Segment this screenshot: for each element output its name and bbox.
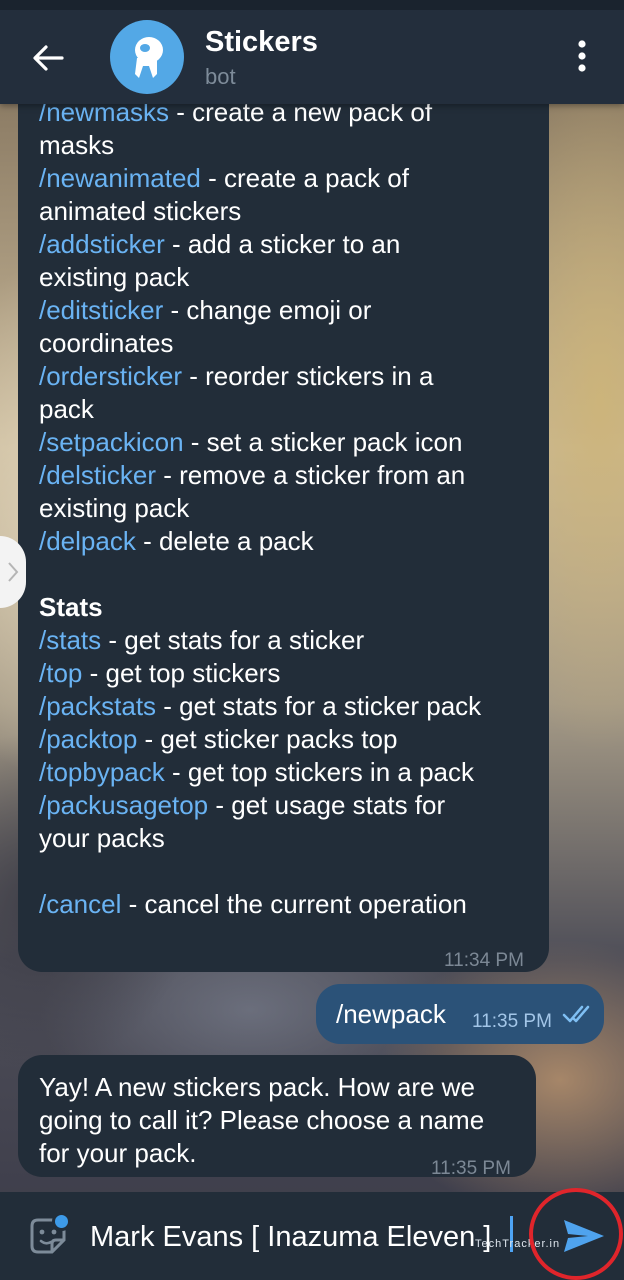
- bot-commands-message: /newmasks - create a new pack of masks/ne…: [18, 70, 549, 972]
- command-line: /topbypack - get top stickers in a pack: [39, 756, 529, 789]
- command-link[interactable]: /cancel: [39, 889, 121, 919]
- bot-avatar[interactable]: [110, 20, 184, 94]
- command-desc: - cancel the current operation: [121, 889, 467, 919]
- command-desc: - get top stickers: [82, 658, 281, 688]
- command-desc: - set a sticker pack icon: [183, 427, 463, 457]
- command-desc: your packs: [39, 823, 165, 853]
- command-desc: - get stats for a sticker: [101, 625, 365, 655]
- command-line: coordinates: [39, 327, 529, 360]
- command-link[interactable]: /topbypack: [39, 757, 165, 787]
- command-desc: - remove a sticker from an: [156, 460, 466, 490]
- send-highlight-ring: [529, 1188, 623, 1280]
- section-title: Stats: [39, 592, 103, 622]
- command-line: /editsticker - change emoji or: [39, 294, 529, 327]
- command-desc: - get sticker packs top: [137, 724, 398, 754]
- command-line: /packstats - get stats for a sticker pac…: [39, 690, 529, 723]
- command-desc: existing pack: [39, 262, 190, 292]
- outgoing-message-time: 11:35 PM: [472, 1011, 552, 1032]
- command-line: /cancel - cancel the current operation: [39, 888, 529, 921]
- command-desc: - get top stickers in a pack: [164, 757, 474, 787]
- command-desc: - get usage stats for: [208, 790, 446, 820]
- command-desc: existing pack: [39, 493, 190, 523]
- double-check-icon: [562, 1005, 590, 1023]
- command-link[interactable]: /delsticker: [39, 460, 156, 490]
- message-time: 11:34 PM: [444, 950, 524, 971]
- bot-reply-message: Yay! A new stickers pack. How are we goi…: [18, 1055, 536, 1179]
- command-link[interactable]: /addsticker: [39, 229, 165, 259]
- command-line: existing pack: [39, 492, 529, 525]
- more-vertical-icon[interactable]: [566, 36, 598, 76]
- command-link[interactable]: /stats: [39, 625, 101, 655]
- command-line: /packusagetop - get usage stats for: [39, 789, 529, 822]
- chevron-right-icon: [8, 562, 19, 582]
- command-desc: masks: [39, 130, 115, 160]
- message-time: 11:35 PM: [431, 1158, 511, 1179]
- outgoing-message: /newpack 11:35 PM: [316, 984, 604, 1044]
- command-desc: pack: [39, 394, 94, 424]
- command-link[interactable]: /packstats: [39, 691, 156, 721]
- arrow-left-icon[interactable]: [28, 38, 68, 78]
- chat-subtitle: bot: [205, 64, 236, 89]
- command-link[interactable]: /packtop: [39, 724, 137, 754]
- command-line: masks: [39, 129, 529, 162]
- command-line: /delsticker - remove a sticker from an: [39, 459, 529, 492]
- bot-reply-line: Yay! A new stickers pack. How are we: [39, 1072, 475, 1102]
- command-link[interactable]: /setpackicon: [39, 427, 184, 457]
- command-line: your packs: [39, 822, 529, 855]
- command-list: /newmasks - create a new pack of masks/ne…: [39, 84, 529, 921]
- command-link[interactable]: /packusagetop: [39, 790, 208, 820]
- outgoing-message-text: /newpack: [336, 999, 446, 1029]
- command-line: existing pack: [39, 261, 529, 294]
- command-link[interactable]: /ordersticker: [39, 361, 182, 391]
- command-link[interactable]: /editsticker: [39, 295, 163, 325]
- command-desc: - change emoji or: [163, 295, 372, 325]
- command-desc: coordinates: [39, 328, 174, 358]
- command-line: animated stickers: [39, 195, 529, 228]
- message-input[interactable]: Mark Evans [ Inazuma Eleven ]: [90, 1216, 520, 1258]
- command-desc: animated stickers: [39, 196, 242, 226]
- command-link[interactable]: /delpack: [39, 526, 136, 556]
- command-link[interactable]: /top: [39, 658, 82, 688]
- command-desc: - add a sticker to an: [164, 229, 401, 259]
- command-line: /addsticker - add a sticker to an: [39, 228, 529, 261]
- command-desc: - get stats for a sticker pack: [156, 691, 482, 721]
- command-desc: - create a pack of: [200, 163, 409, 193]
- command-line: /stats - get stats for a sticker: [39, 624, 529, 657]
- command-line: /newanimated - create a pack of: [39, 162, 529, 195]
- chat-header: Stickers bot: [0, 0, 624, 104]
- new-sticker-dot: [52, 1212, 71, 1231]
- command-line: /setpackicon - set a sticker pack icon: [39, 426, 529, 459]
- bot-reply-line: going to call it? Please choose a name: [39, 1105, 485, 1135]
- chat-title: Stickers: [205, 26, 318, 58]
- command-line: pack: [39, 393, 529, 426]
- command-desc: - delete a pack: [135, 526, 314, 556]
- command-desc: - reorder stickers in a: [182, 361, 434, 391]
- command-line: /ordersticker - reorder stickers in a: [39, 360, 529, 393]
- command-line: /top - get top stickers: [39, 657, 529, 690]
- command-line: /delpack - delete a pack: [39, 525, 529, 558]
- command-line: /packtop - get sticker packs top: [39, 723, 529, 756]
- command-link[interactable]: /newanimated: [39, 163, 201, 193]
- bot-avatar-icon: [135, 37, 163, 78]
- status-bar-strip: [0, 0, 624, 10]
